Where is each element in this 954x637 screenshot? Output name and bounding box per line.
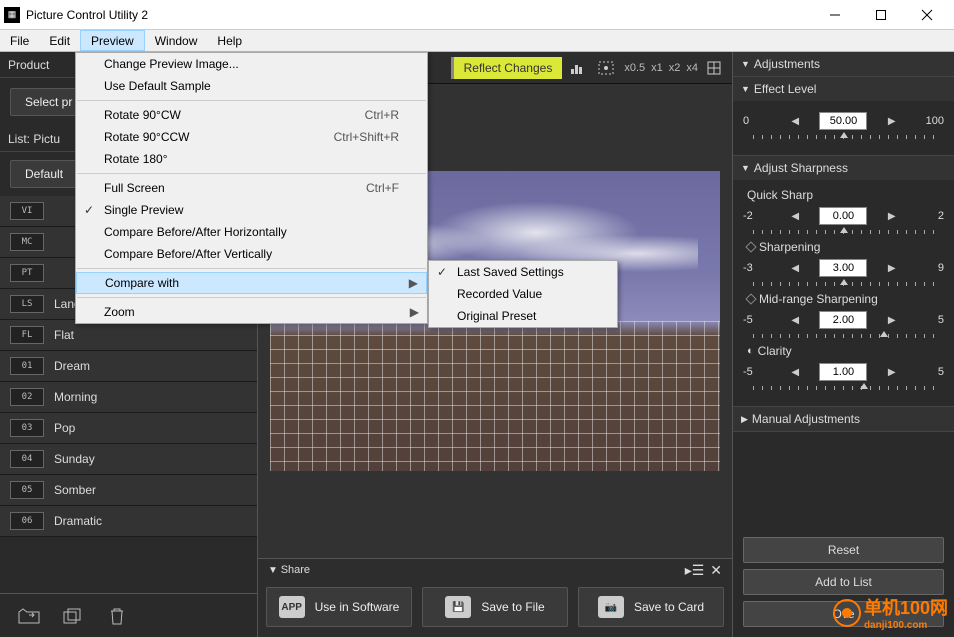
midrange-sharpening-label: Mid-range Sharpening — [747, 292, 944, 306]
watermark: 单机100网danji100.com — [832, 594, 948, 631]
zoom-x2[interactable]: x2 — [669, 62, 681, 74]
menu-item[interactable]: Full ScreenCtrl+F — [76, 177, 427, 199]
menu-item[interactable]: Change Preview Image... — [76, 53, 427, 75]
right-panel: ▼Adjustments ▼Effect Level 0◀50.00▶100 ▼… — [732, 52, 954, 637]
menu-item[interactable]: Rotate 90°CCWCtrl+Shift+R — [76, 126, 427, 148]
submenu-item[interactable]: Original Preset — [429, 305, 617, 327]
submenu-arrow-icon: ▶ — [409, 276, 418, 290]
menu-item[interactable]: Zoom▶ — [76, 301, 427, 323]
list-item[interactable]: 04 Sunday — [0, 444, 257, 475]
list-item-label: Dream — [54, 359, 90, 373]
zoom-x05[interactable]: x0.5 — [624, 62, 645, 74]
submenu-arrow-icon: ▶ — [410, 305, 419, 319]
default-tab-button[interactable]: Default — [10, 160, 78, 188]
list-item-label: Pop — [54, 421, 75, 435]
app-share-icon: APP — [279, 596, 305, 618]
quick-sharp-slider[interactable]: -2◀0.00▶2 — [743, 206, 944, 238]
grid-icon[interactable] — [702, 56, 726, 80]
reflect-changes-button[interactable]: Reflect Changes — [451, 57, 563, 79]
minimize-button[interactable] — [812, 0, 858, 30]
list-item-label: Dramatic — [54, 514, 102, 528]
list-item[interactable]: 06 Dramatic — [0, 506, 257, 537]
list-item[interactable]: 05 Somber — [0, 475, 257, 506]
close-share-icon[interactable]: ✕ — [710, 562, 722, 579]
window-title: Picture Control Utility 2 — [26, 8, 812, 22]
manual-adjustments-header[interactable]: ▶Manual Adjustments — [733, 407, 954, 431]
titlebar: ▦ Picture Control Utility 2 — [0, 0, 954, 30]
submenu-item[interactable]: Recorded Value — [429, 283, 617, 305]
menu-file[interactable]: File — [0, 30, 39, 51]
midrange-sharpening-slider[interactable]: -5◀2.00▶5 — [743, 310, 944, 342]
effect-level-slider[interactable]: 0◀50.00▶100 — [743, 111, 944, 143]
zoom-x4[interactable]: x4 — [686, 62, 698, 74]
thumb-icon: FL — [10, 326, 44, 344]
adjustments-header[interactable]: ▼Adjustments — [733, 52, 954, 76]
add-to-list-button[interactable]: Add to List — [743, 569, 944, 595]
thumb-icon: 05 — [10, 481, 44, 499]
menu-item[interactable]: Rotate 180° — [76, 148, 427, 170]
thumb-icon: 03 — [10, 419, 44, 437]
thumb-icon: 01 — [10, 357, 44, 375]
save-to-card-button[interactable]: 📷Save to Card — [578, 587, 724, 627]
sharpening-label: Sharpening — [747, 240, 944, 254]
use-in-software-button[interactable]: APPUse in Software — [266, 587, 412, 627]
check-icon: ✓ — [437, 265, 447, 279]
effect-level-header[interactable]: ▼Effect Level — [733, 77, 954, 101]
menu-item[interactable]: Compare with▶ — [76, 272, 427, 294]
left-bottom-toolbar — [0, 593, 257, 637]
list-item-label: Flat — [54, 328, 74, 342]
list-item-label: Morning — [54, 390, 97, 404]
quick-sharp-label: Quick Sharp — [747, 188, 944, 202]
menu-item[interactable]: Use Default Sample — [76, 75, 427, 97]
save-card-icon: 📷 — [598, 596, 624, 618]
save-file-icon: 💾 — [445, 596, 471, 618]
check-icon: ✓ — [84, 203, 94, 217]
menu-item[interactable]: Compare Before/After Vertically — [76, 243, 427, 265]
app-icon: ▦ — [4, 7, 20, 23]
sharpening-slider[interactable]: -3◀3.00▶9 — [743, 258, 944, 290]
list-item-label: Somber — [54, 483, 96, 497]
fit-icon[interactable] — [594, 56, 618, 80]
menu-preview[interactable]: Preview — [80, 30, 145, 51]
duplicate-icon[interactable] — [60, 605, 86, 627]
close-button[interactable] — [904, 0, 950, 30]
menu-edit[interactable]: Edit — [39, 30, 80, 51]
thumb-icon: 04 — [10, 450, 44, 468]
menu-item[interactable]: ✓Single Preview — [76, 199, 427, 221]
clarity-label: ◐Clarity — [747, 344, 944, 358]
list-item[interactable]: 01 Dream — [0, 351, 257, 382]
collapse-icon[interactable]: ▸☰ — [685, 562, 705, 579]
preview-menu-popup: Change Preview Image...Use Default Sampl… — [75, 52, 428, 324]
compare-with-submenu: ✓Last Saved SettingsRecorded ValueOrigin… — [428, 260, 618, 328]
menubar: FileEditPreviewWindowHelp — [0, 30, 954, 52]
list-item[interactable]: 02 Morning — [0, 382, 257, 413]
menu-window[interactable]: Window — [145, 30, 208, 51]
list-item[interactable]: 03 Pop — [0, 413, 257, 444]
trash-icon[interactable] — [104, 605, 130, 627]
menu-help[interactable]: Help — [207, 30, 252, 51]
thumb-icon: VI — [10, 202, 44, 220]
clarity-slider[interactable]: -5◀1.00▶5 — [743, 362, 944, 394]
zoom-x1[interactable]: x1 — [651, 62, 663, 74]
reset-button[interactable]: Reset — [743, 537, 944, 563]
histogram-icon[interactable] — [566, 56, 590, 80]
thumb-icon: MC — [10, 233, 44, 251]
thumb-icon: 06 — [10, 512, 44, 530]
menu-item[interactable]: Compare Before/After Horizontally — [76, 221, 427, 243]
save-to-file-button[interactable]: 💾Save to File — [422, 587, 568, 627]
list-item[interactable]: FL Flat — [0, 320, 257, 351]
thumb-icon: 02 — [10, 388, 44, 406]
share-label: Share — [281, 564, 310, 576]
maximize-button[interactable] — [858, 0, 904, 30]
share-panel: ▼ Share ▸☰✕ APPUse in Software 💾Save to … — [258, 558, 732, 637]
menu-item[interactable]: Rotate 90°CWCtrl+R — [76, 104, 427, 126]
import-icon[interactable] — [16, 605, 42, 627]
thumb-icon: LS — [10, 295, 44, 313]
list-item-label: Sunday — [54, 452, 95, 466]
thumb-icon: PT — [10, 264, 44, 282]
submenu-item[interactable]: ✓Last Saved Settings — [429, 261, 617, 283]
adjust-sharpness-header[interactable]: ▼Adjust Sharpness — [733, 156, 954, 180]
